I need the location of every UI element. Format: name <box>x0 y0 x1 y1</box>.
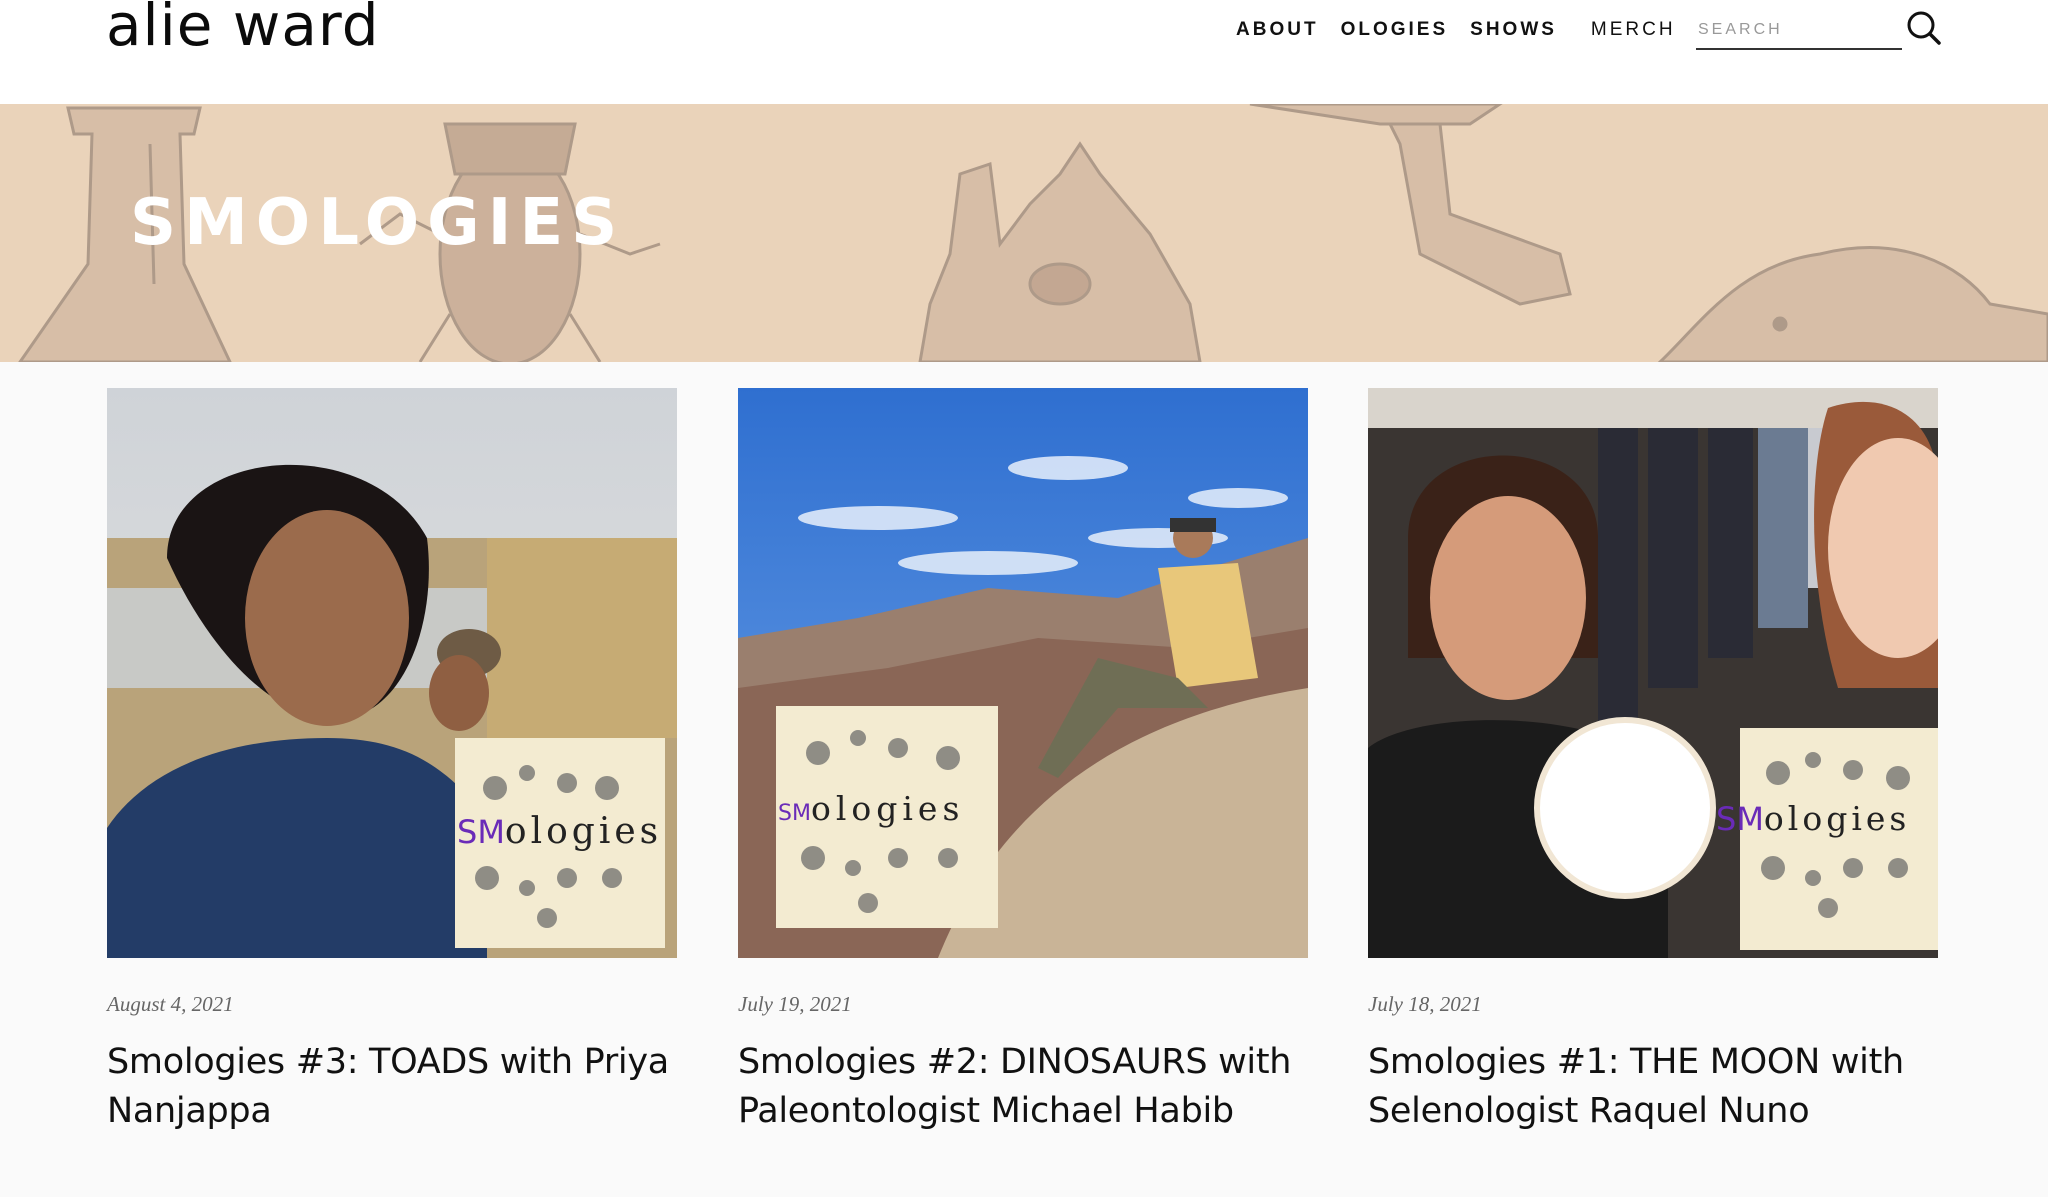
post-card: SMologies August 4, 2021 Smologies #3: T… <box>107 388 679 1131</box>
nav-ologies[interactable]: OLOGIES <box>1341 19 1449 41</box>
category-title: SMOLOGIES <box>130 186 626 260</box>
category-banner: SMOLOGIES <box>0 104 2048 362</box>
svg-text:SMologies: SMologies <box>457 811 662 852</box>
post-title-link[interactable]: Smologies #1: THE MOON with Selenologist… <box>1368 1038 1968 1136</box>
post-date: July 19, 2021 <box>738 992 852 1016</box>
nav-shows[interactable]: SHOWS <box>1470 19 1557 41</box>
post-thumbnail[interactable]: SMologies <box>1368 388 1938 958</box>
post-card: SMologies July 18, 2021 Smologies #1: TH… <box>1368 388 1940 1131</box>
site-logo[interactable]: alie ward <box>106 0 380 54</box>
post-title-link[interactable]: Smologies #3: TOADS with Priya Nanjappa <box>107 1038 707 1136</box>
nav-about[interactable]: ABOUT <box>1236 19 1319 41</box>
post-card: SMologies July 19, 2021 Smologies #2: DI… <box>738 388 1310 1131</box>
site-header: alie ward ABOUT OLOGIES SHOWS MERCH <box>0 0 2048 104</box>
post-title-link[interactable]: Smologies #2: DINOSAURS with Paleontolog… <box>738 1038 1338 1136</box>
post-image: SMologies <box>107 388 677 958</box>
post-thumbnail[interactable]: SMologies <box>107 388 677 958</box>
post-image: SMologies <box>1368 388 1938 958</box>
search-button[interactable] <box>1906 10 1942 46</box>
post-date: August 4, 2021 <box>107 992 234 1016</box>
search-field <box>1696 12 1902 50</box>
post-image: SMologies <box>738 388 1308 958</box>
nav-merch[interactable]: MERCH <box>1591 19 1676 41</box>
search-input[interactable] <box>1696 12 1902 48</box>
post-date: July 18, 2021 <box>1368 992 1482 1016</box>
search-icon <box>1907 11 1941 45</box>
svg-text:SMologies: SMologies <box>1716 799 1910 838</box>
main-nav: ABOUT OLOGIES SHOWS MERCH <box>1236 16 1698 44</box>
post-thumbnail[interactable]: SMologies <box>738 388 1308 958</box>
